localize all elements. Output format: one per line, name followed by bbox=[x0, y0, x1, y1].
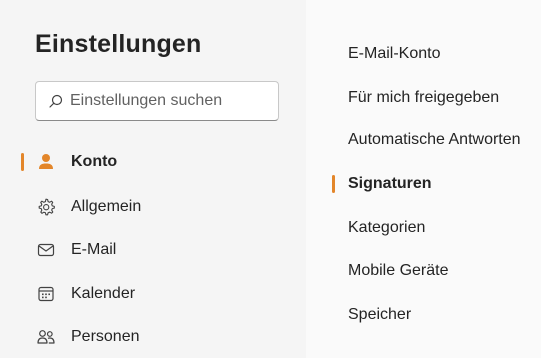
subnav-item-label: E-Mail-Konto bbox=[348, 45, 441, 62]
subnav-item-label: Kategorien bbox=[348, 219, 426, 236]
settings-search-box[interactable] bbox=[35, 81, 279, 121]
nav-item-label: Allgemein bbox=[71, 198, 142, 215]
nav-item-email[interactable]: E-Mail bbox=[0, 230, 306, 270]
settings-search-input[interactable] bbox=[70, 92, 270, 110]
nav-item-label: Kalender bbox=[71, 285, 136, 302]
nav-item-konto[interactable]: Konto bbox=[0, 142, 306, 182]
person-icon bbox=[36, 152, 56, 172]
settings-subnav-pane: E-Mail-Konto Für mich freigegeben Automa… bbox=[306, 0, 541, 358]
selection-indicator bbox=[332, 175, 335, 193]
settings-nav-pane: Einstellungen Konto bbox=[0, 0, 306, 358]
search-icon bbox=[48, 93, 64, 109]
calendar-icon bbox=[36, 284, 56, 304]
mail-icon bbox=[36, 240, 56, 260]
subnav-item-label: Automatische Antworten bbox=[348, 131, 521, 148]
subnav-item-label: Mobile Geräte bbox=[348, 262, 449, 279]
nav-item-kalender[interactable]: Kalender bbox=[0, 274, 306, 314]
people-icon bbox=[36, 327, 56, 347]
selection-indicator bbox=[21, 153, 24, 171]
subnav-item-label: Signaturen bbox=[348, 175, 432, 192]
nav-item-label: Konto bbox=[71, 153, 118, 170]
gear-icon bbox=[36, 197, 56, 217]
nav-item-label: E-Mail bbox=[71, 241, 117, 258]
subnav-item-label: Speicher bbox=[348, 306, 412, 323]
nav-item-personen[interactable]: Personen bbox=[0, 317, 306, 357]
settings-window: Einstellungen Konto bbox=[0, 0, 541, 358]
nav-item-allgemein[interactable]: Allgemein bbox=[0, 187, 306, 227]
subnav-item-label: Für mich freigegeben bbox=[348, 89, 500, 106]
nav-item-label: Personen bbox=[71, 328, 140, 345]
settings-title: Einstellungen bbox=[35, 30, 202, 58]
